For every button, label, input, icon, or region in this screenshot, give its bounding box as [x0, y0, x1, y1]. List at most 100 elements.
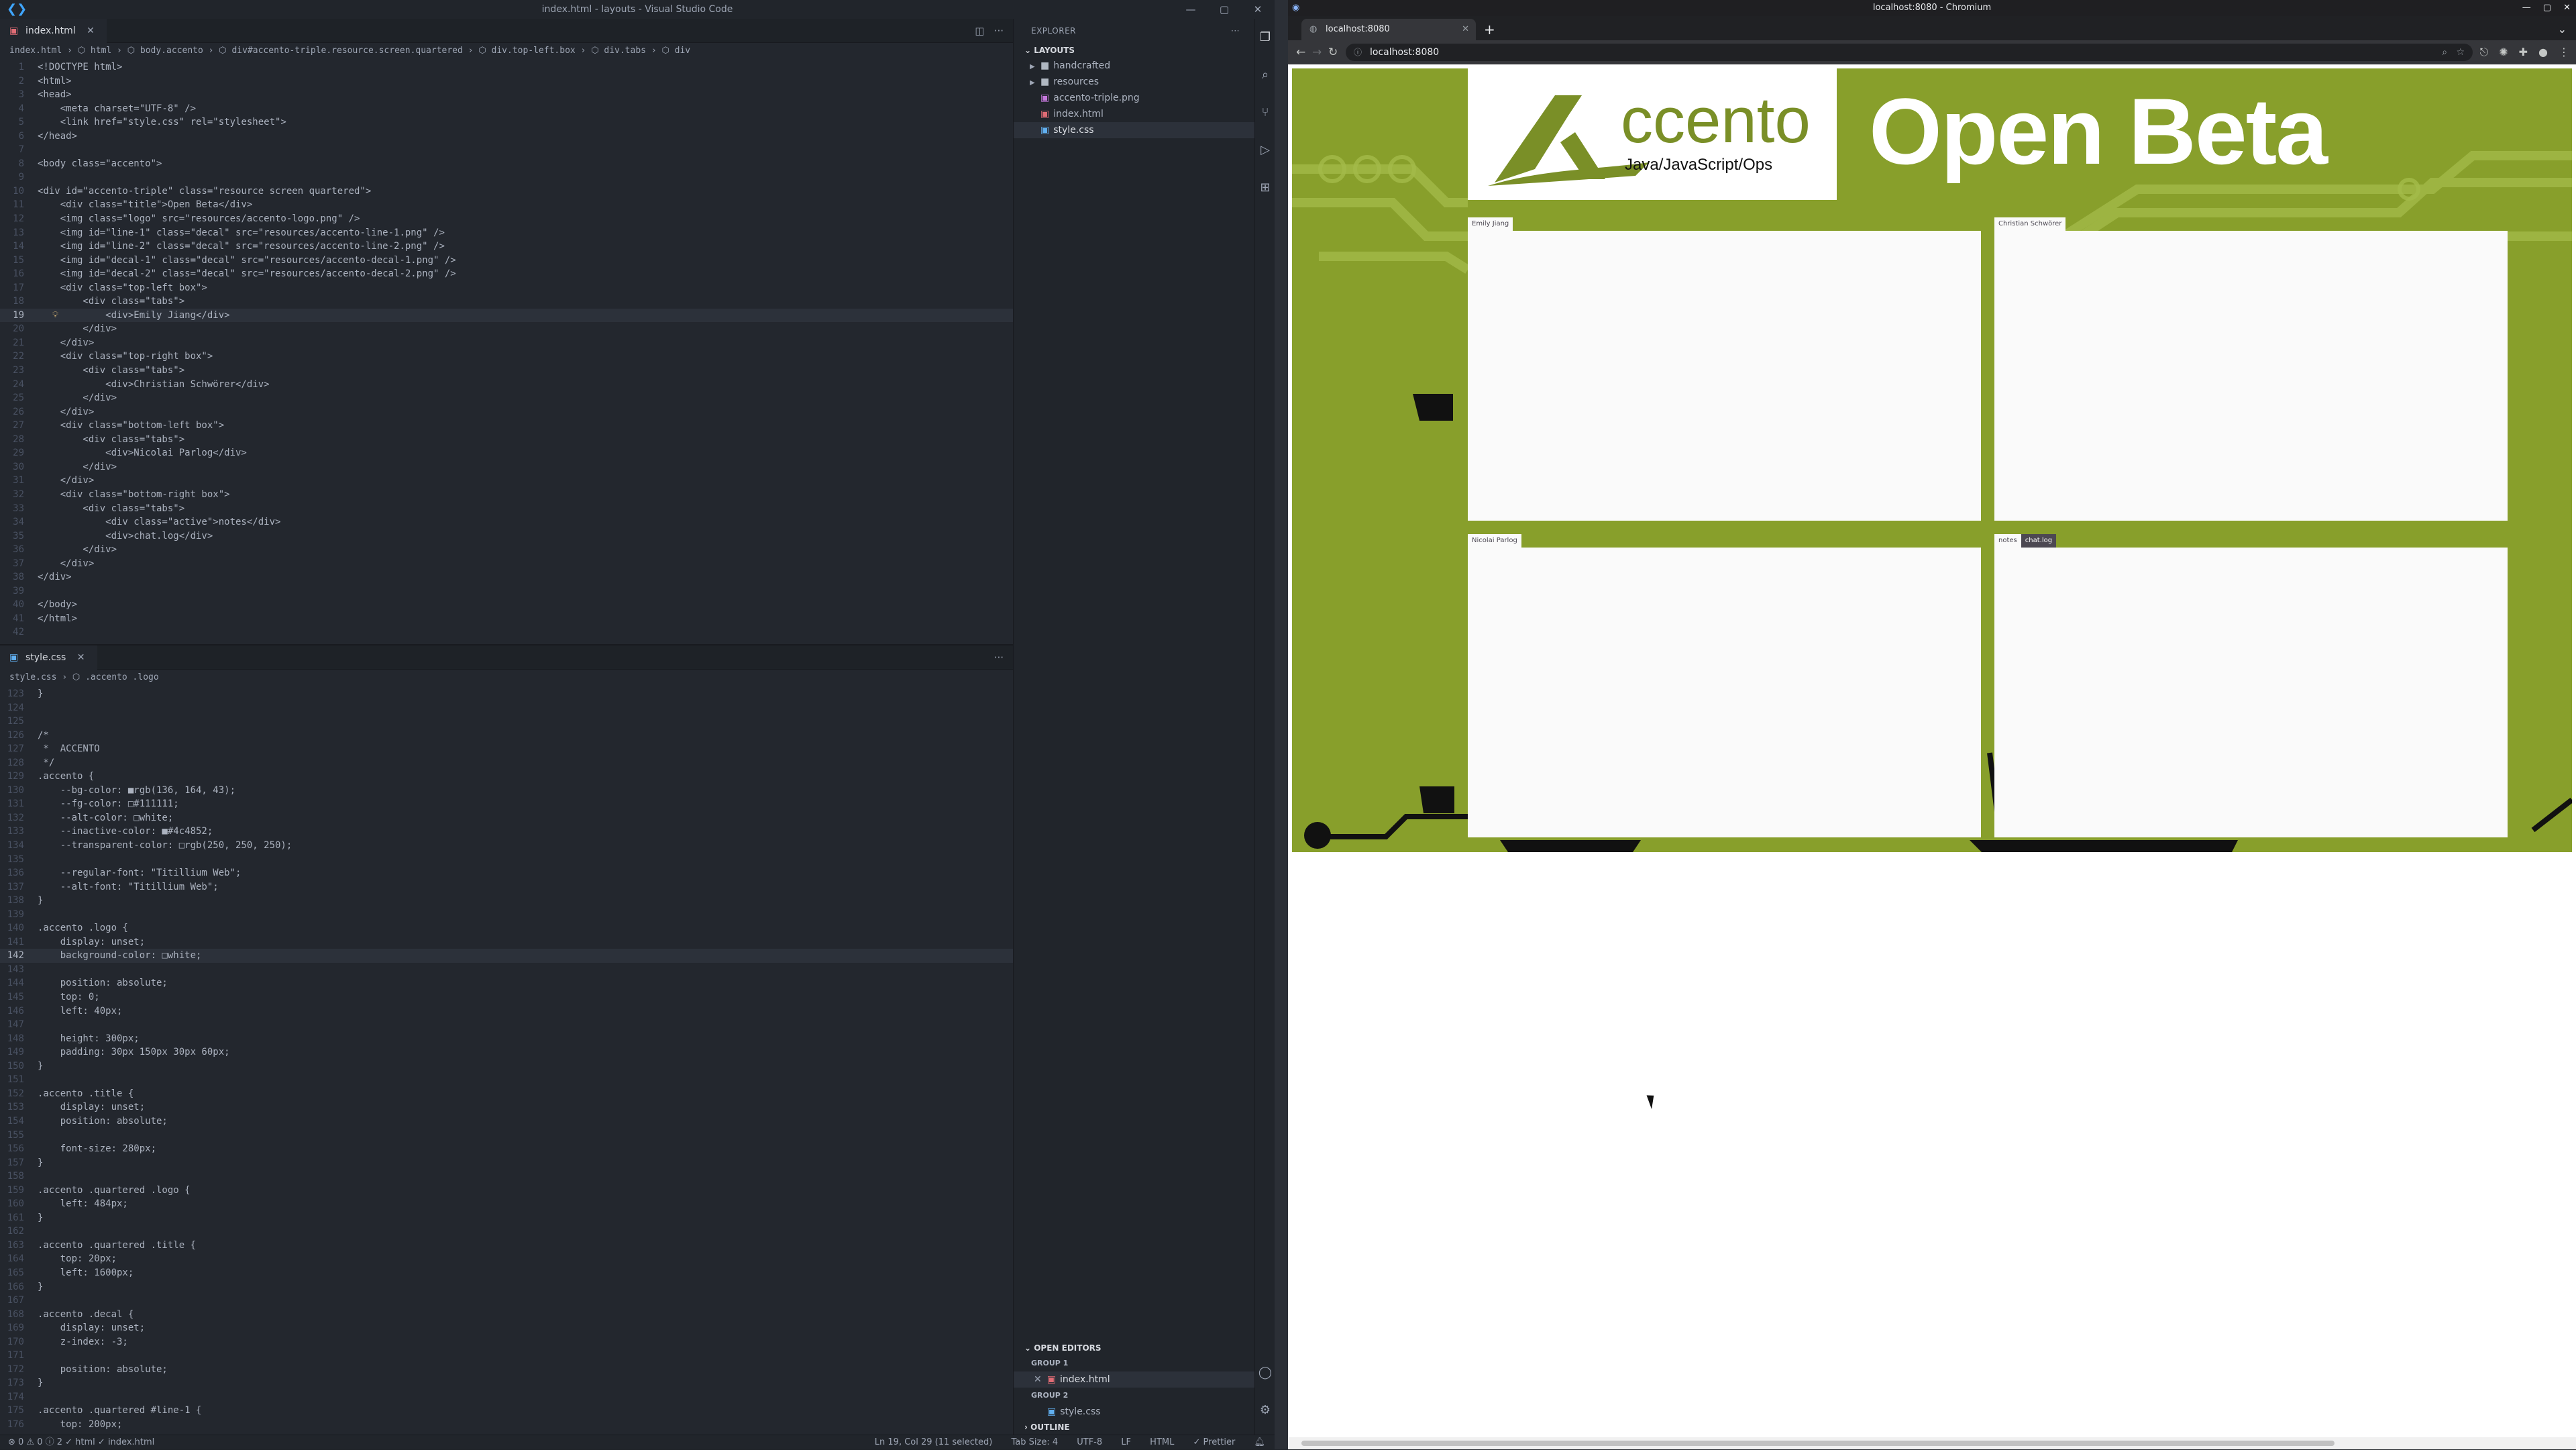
- code-line[interactable]: 13 <img id="line-1" class="decal" src="r…: [0, 226, 1013, 240]
- code-line[interactable]: 164 top: 20px;: [0, 1252, 1013, 1266]
- code-line[interactable]: 135: [0, 853, 1013, 867]
- tab-notes[interactable]: notes: [1994, 534, 2021, 548]
- code-line[interactable]: 38 </div>: [0, 570, 1013, 584]
- back-arrow-icon[interactable]: ←: [1296, 40, 1305, 64]
- info-icon[interactable]: ⓘ: [1354, 44, 1362, 61]
- code-line[interactable]: 40 </body>: [0, 598, 1013, 612]
- reload-icon[interactable]: ↻: [1328, 40, 1338, 64]
- code-line[interactable]: 172 position: absolute;: [0, 1363, 1013, 1377]
- code-line[interactable]: 148 height: 300px;: [0, 1032, 1013, 1046]
- minimize-icon[interactable]: —: [2522, 3, 2531, 13]
- code-line[interactable]: 170 z-index: -3;: [0, 1335, 1013, 1349]
- horizontal-scrollbar[interactable]: [1288, 1437, 2576, 1449]
- close-icon[interactable]: ✕: [2563, 3, 2571, 13]
- code-area[interactable]: 1 <!DOCTYPE html> 2 <html> 3 <head> 4 <meta ch…: [0, 60, 1013, 644]
- code-line[interactable]: 31 </div>: [0, 474, 1013, 488]
- profile-avatar-icon[interactable]: ●: [2538, 46, 2548, 58]
- code-line[interactable]: 176 top: 200px;: [0, 1418, 1013, 1432]
- code-line[interactable]: 6 </head>: [0, 130, 1013, 144]
- code-line[interactable]: 14 <img id="line-2" class="decal" src="r…: [0, 240, 1013, 254]
- tree-item-index-html[interactable]: ▣ index.html: [1014, 106, 1254, 122]
- tab-chat-log[interactable]: chat.log: [2021, 534, 2057, 548]
- code-line[interactable]: 165 left: 1600px;: [0, 1266, 1013, 1280]
- code-line[interactable]: 147: [0, 1018, 1013, 1032]
- code-line[interactable]: 159 .accento .quartered .logo {: [0, 1184, 1013, 1198]
- breadcrumb[interactable]: style.css › ⬡ .accento .logo: [0, 670, 1013, 686]
- code-line[interactable]: 28 <div class="tabs">: [0, 433, 1013, 447]
- source-control-icon[interactable]: ⑂: [1255, 94, 1275, 132]
- code-line[interactable]: 17 <div class="top-left box">: [0, 281, 1013, 295]
- code-line[interactable]: 161}: [0, 1211, 1013, 1225]
- code-line[interactable]: 171: [0, 1349, 1013, 1363]
- code-line[interactable]: 175 .accento .quartered #line-1 {: [0, 1404, 1013, 1418]
- code-line[interactable]: 156 font-size: 280px;: [0, 1142, 1013, 1156]
- code-line[interactable]: 23 <div class="tabs">: [0, 364, 1013, 378]
- code-line[interactable]: 26 </div>: [0, 405, 1013, 419]
- code-line[interactable]: 142 background-color: □white;: [0, 949, 1013, 963]
- search-icon[interactable]: ⌕: [1255, 56, 1275, 94]
- menu-kebab-icon[interactable]: ⋮: [2559, 46, 2569, 58]
- code-line[interactable]: 144 position: absolute;: [0, 976, 1013, 990]
- status-eol[interactable]: LF: [1121, 1437, 1131, 1447]
- code-line[interactable]: 152 .accento .title {: [0, 1087, 1013, 1101]
- status-problems[interactable]: ⊗ 0 ⚠ 0 ⓘ 2 ✓ html ✓ index.html: [8, 1435, 154, 1450]
- code-line[interactable]: 22 <div class="top-right box">: [0, 350, 1013, 364]
- code-line[interactable]: 4 <meta charset="UTF-8" />: [0, 102, 1013, 116]
- open-editors-section[interactable]: ⌄ OPEN EDITORS: [1014, 1341, 1254, 1355]
- code-line[interactable]: 3 <head>: [0, 88, 1013, 102]
- workspace-section[interactable]: ⌄ LAYOUTS: [1014, 43, 1254, 58]
- code-line[interactable]: 145 top: 0;: [0, 990, 1013, 1004]
- tree-item-accento-triple-png[interactable]: ▣ accento-triple.png: [1014, 90, 1254, 106]
- code-line[interactable]: 34 <div class="active">notes</div>: [0, 515, 1013, 529]
- code-line[interactable]: 21 </div>: [0, 336, 1013, 350]
- code-line[interactable]: 42: [0, 625, 1013, 639]
- tree-item-style-css[interactable]: ▣ style.css: [1014, 122, 1254, 138]
- code-line[interactable]: 158: [0, 1170, 1013, 1184]
- tab-index-html[interactable]: ▣ index.html ✕: [0, 19, 107, 43]
- code-line[interactable]: 19 <div>Emily Jiang</div> 💡︎: [0, 308, 1013, 323]
- code-line[interactable]: 24 <div>Christian Schwörer</div>: [0, 378, 1013, 392]
- code-line[interactable]: 160 left: 484px;: [0, 1197, 1013, 1211]
- code-line[interactable]: 162: [0, 1225, 1013, 1239]
- code-line[interactable]: 139: [0, 908, 1013, 922]
- zoom-search-icon[interactable]: ⌕: [2442, 47, 2447, 58]
- code-line[interactable]: 11 <div class="title">Open Beta</div>: [0, 198, 1013, 212]
- code-line[interactable]: 1 <!DOCTYPE html>: [0, 60, 1013, 74]
- code-line[interactable]: 131 --fg-color: □#111111;: [0, 797, 1013, 811]
- more-actions-icon[interactable]: ···: [994, 25, 1004, 37]
- maximize-icon[interactable]: ▢: [2543, 3, 2551, 13]
- close-tab-icon[interactable]: ✕: [77, 652, 85, 663]
- screen-cast-icon[interactable]: ⎋: [2480, 46, 2489, 58]
- code-line[interactable]: 155: [0, 1129, 1013, 1143]
- code-line[interactable]: 36 </div>: [0, 543, 1013, 557]
- code-line[interactable]: 153 display: unset;: [0, 1100, 1013, 1115]
- code-line[interactable]: 150}: [0, 1059, 1013, 1074]
- extensions-puzzle-icon[interactable]: ✚: [2519, 46, 2528, 58]
- tab-christian-schworer[interactable]: Christian Schwörer: [1994, 217, 2066, 231]
- tab-style-css[interactable]: ▣ style.css ✕: [0, 645, 97, 670]
- code-line[interactable]: 128 */: [0, 756, 1013, 770]
- extension-gear-icon[interactable]: ✺: [2499, 46, 2508, 58]
- status-cursor-position[interactable]: Ln 19, Col 29 (11 selected): [875, 1437, 993, 1447]
- tab-search-icon[interactable]: ⌄: [2558, 19, 2567, 40]
- tree-item-resources[interactable]: ▶ ■ resources: [1014, 74, 1254, 90]
- minimize-icon[interactable]: —: [1174, 0, 1208, 19]
- code-line[interactable]: 39: [0, 584, 1013, 599]
- code-line[interactable]: 140 .accento .logo {: [0, 921, 1013, 935]
- more-actions-icon[interactable]: ···: [994, 652, 1004, 664]
- status-prettier[interactable]: ✓ Prettier: [1193, 1437, 1236, 1447]
- code-line[interactable]: 141 display: unset;: [0, 935, 1013, 949]
- status-language[interactable]: HTML: [1150, 1437, 1174, 1447]
- code-line[interactable]: 167: [0, 1294, 1013, 1308]
- code-line[interactable]: 9: [0, 170, 1013, 185]
- code-line[interactable]: 8 <body class="accento">: [0, 157, 1013, 171]
- code-area[interactable]: 123} 124 125 126/* 127 * ACCENTO 128 */129 .ac…: [0, 687, 1013, 1435]
- code-line[interactable]: 130 --bg-color: ■rgb(136, 164, 43);: [0, 784, 1013, 798]
- code-line[interactable]: 143: [0, 963, 1013, 977]
- forward-arrow-icon[interactable]: →: [1312, 40, 1322, 64]
- status-tab-size[interactable]: Tab Size: 4: [1012, 1437, 1059, 1447]
- code-line[interactable]: 134 --transparent-color: □rgb(250, 250, …: [0, 839, 1013, 853]
- code-line[interactable]: 37 </div>: [0, 557, 1013, 571]
- new-tab-button[interactable]: +: [1484, 19, 1495, 40]
- breadcrumb[interactable]: index.html › ⬡ html › ⬡ body.accento › ⬡…: [0, 43, 1013, 59]
